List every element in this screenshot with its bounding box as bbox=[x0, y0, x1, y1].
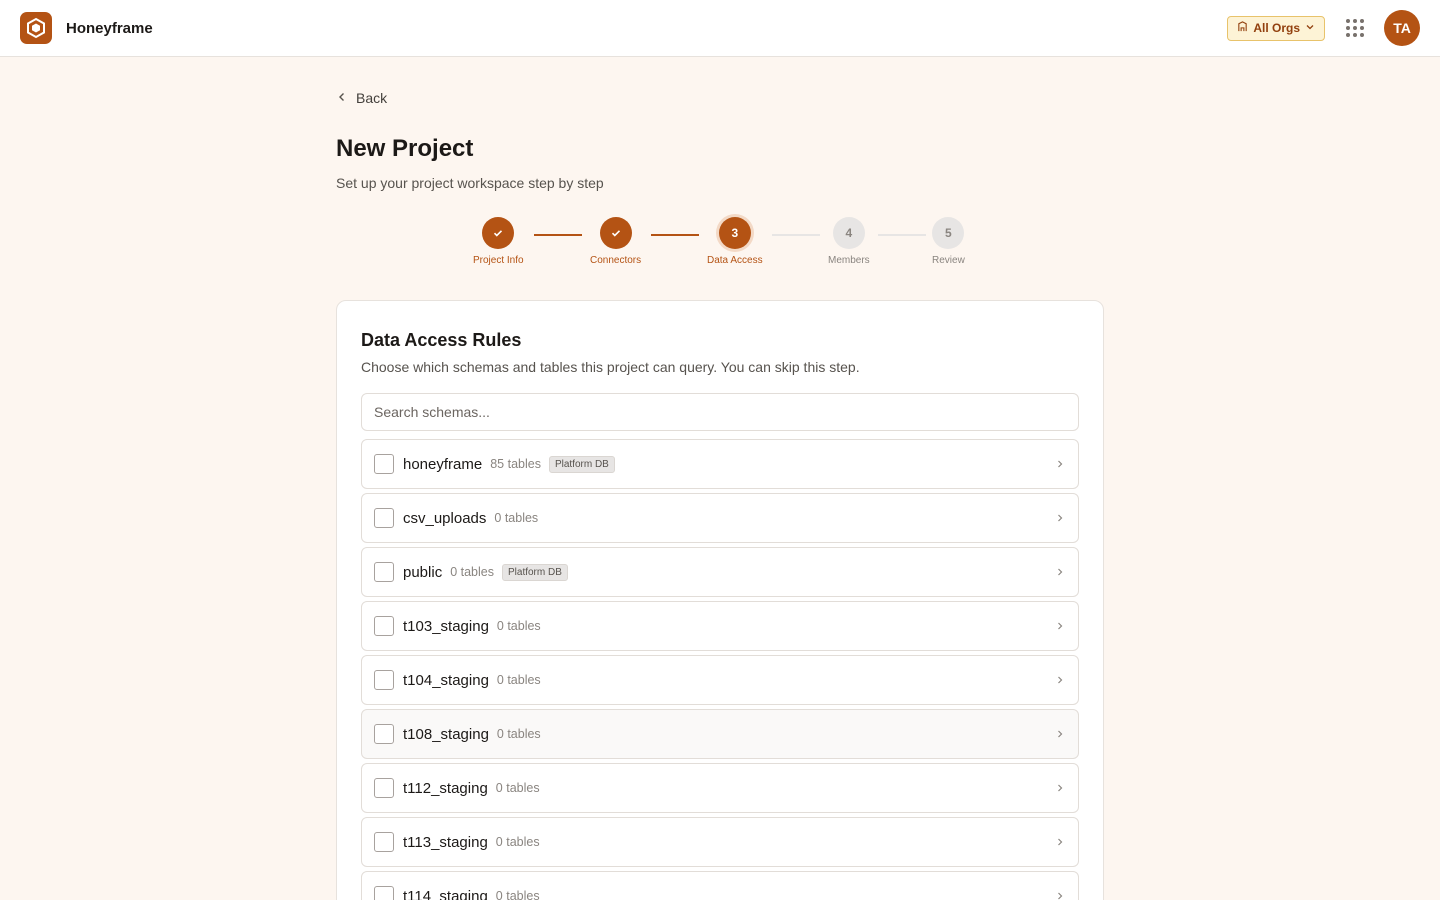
schema-checkbox[interactable] bbox=[374, 886, 394, 900]
schema-row-t104-staging[interactable]: t104_staging 0 tables bbox=[361, 655, 1079, 705]
chevron-right-icon[interactable] bbox=[1054, 620, 1066, 632]
step-label: Members bbox=[828, 255, 870, 266]
card-description: Choose which schemas and tables this pro… bbox=[361, 359, 860, 375]
step-connector bbox=[534, 234, 582, 236]
schema-name: t113_staging bbox=[403, 833, 488, 851]
schema-name: t104_staging bbox=[403, 671, 489, 689]
chevron-right-icon[interactable] bbox=[1054, 782, 1066, 794]
schema-checkbox[interactable] bbox=[374, 832, 394, 852]
apps-grid-icon[interactable] bbox=[1345, 18, 1365, 38]
schema-name: t112_staging bbox=[403, 779, 488, 797]
schema-name: public bbox=[403, 563, 443, 581]
platform-db-badge: Platform DB bbox=[548, 455, 615, 473]
page-subtitle: Set up your project workspace step by st… bbox=[336, 175, 604, 191]
schema-table-count: 0 tables bbox=[494, 511, 539, 525]
step-number: 4 bbox=[832, 217, 865, 249]
page-title: New Project bbox=[336, 135, 474, 162]
step-label: Review bbox=[932, 255, 965, 266]
building-icon bbox=[1237, 21, 1248, 35]
schema-table-count: 0 tables bbox=[495, 835, 540, 849]
data-access-card: Data Access Rules Choose which schemas a… bbox=[336, 300, 1104, 900]
back-link[interactable]: Back bbox=[336, 90, 387, 106]
chevron-right-icon[interactable] bbox=[1054, 566, 1066, 578]
schema-table-count: 0 tables bbox=[495, 781, 540, 795]
schema-row-t113-staging[interactable]: t113_staging 0 tables bbox=[361, 817, 1079, 867]
step-connectors[interactable]: Connectors bbox=[590, 217, 641, 266]
step-number: 3 bbox=[718, 217, 751, 249]
step-members[interactable]: 4 Members bbox=[828, 217, 870, 266]
org-selector-label: All Orgs bbox=[1253, 21, 1300, 35]
step-connector bbox=[651, 234, 699, 236]
schema-checkbox[interactable] bbox=[374, 724, 394, 744]
schema-table-count: 0 tables bbox=[450, 565, 494, 579]
schema-checkbox[interactable] bbox=[374, 454, 394, 474]
step-number: 5 bbox=[932, 217, 965, 249]
schema-row-t112-staging[interactable]: t112_staging 0 tables bbox=[361, 763, 1079, 813]
card-title: Data Access Rules bbox=[361, 330, 522, 350]
check-icon bbox=[599, 217, 632, 249]
schema-checkbox[interactable] bbox=[374, 670, 394, 690]
step-project-info[interactable]: Project Info bbox=[473, 217, 524, 266]
schema-table-count: 0 tables bbox=[496, 727, 541, 741]
schema-row-t103-staging[interactable]: t103_staging 0 tables bbox=[361, 601, 1079, 651]
schema-list: honeyframe 85 tables Platform DB csv_upl… bbox=[361, 439, 1079, 900]
step-review[interactable]: 5 Review bbox=[932, 217, 965, 266]
schema-row-honeyframe[interactable]: honeyframe 85 tables Platform DB bbox=[361, 439, 1079, 489]
schema-checkbox[interactable] bbox=[374, 508, 394, 528]
schema-table-count: 0 tables bbox=[496, 673, 541, 687]
user-avatar[interactable]: TA bbox=[1384, 10, 1420, 46]
step-label: Data Access bbox=[707, 255, 763, 266]
schema-checkbox[interactable] bbox=[374, 562, 394, 582]
chevron-right-icon[interactable] bbox=[1054, 728, 1066, 740]
chevron-right-icon[interactable] bbox=[1054, 458, 1066, 470]
back-label: Back bbox=[356, 90, 388, 106]
schema-name: honeyframe bbox=[403, 455, 483, 473]
search-schemas-input[interactable] bbox=[361, 393, 1079, 431]
chevron-right-icon[interactable] bbox=[1054, 836, 1066, 848]
chevron-left-icon bbox=[336, 90, 348, 106]
step-connector bbox=[878, 234, 926, 236]
schema-row-csv-uploads[interactable]: csv_uploads 0 tables bbox=[361, 493, 1079, 543]
schema-name: t103_staging bbox=[403, 617, 489, 635]
schema-checkbox[interactable] bbox=[374, 616, 394, 636]
chevron-down-icon bbox=[1305, 21, 1315, 35]
schema-checkbox[interactable] bbox=[374, 778, 394, 798]
step-label: Project Info bbox=[473, 255, 524, 266]
schema-row-t108-staging[interactable]: t108_staging 0 tables bbox=[361, 709, 1079, 759]
top-bar: Honeyframe All Orgs TA bbox=[0, 0, 1440, 57]
app-name: Honeyframe bbox=[66, 19, 153, 37]
step-connector bbox=[772, 234, 820, 236]
org-selector-button[interactable]: All Orgs bbox=[1227, 15, 1325, 41]
schema-table-count: 85 tables bbox=[490, 457, 541, 471]
check-icon bbox=[482, 217, 515, 249]
schema-name: t114_staging bbox=[403, 887, 488, 900]
step-label: Connectors bbox=[590, 255, 642, 266]
schema-row-t114-staging[interactable]: t114_staging 0 tables bbox=[361, 871, 1079, 900]
schema-name: t108_staging bbox=[403, 725, 489, 743]
schema-row-public[interactable]: public 0 tables Platform DB bbox=[361, 547, 1079, 597]
chevron-right-icon[interactable] bbox=[1054, 890, 1066, 900]
schema-name: csv_uploads bbox=[403, 509, 487, 527]
schema-table-count: 0 tables bbox=[495, 889, 540, 900]
honeyframe-logo-icon[interactable] bbox=[20, 12, 52, 44]
chevron-right-icon[interactable] bbox=[1054, 512, 1066, 524]
schema-table-count: 0 tables bbox=[496, 619, 541, 633]
chevron-right-icon[interactable] bbox=[1054, 674, 1066, 686]
step-data-access[interactable]: 3 Data Access bbox=[707, 217, 763, 266]
progress-stepper: Project Info Connectors 3 Data Access 4 … bbox=[336, 217, 1104, 277]
platform-db-badge: Platform DB bbox=[501, 563, 568, 581]
